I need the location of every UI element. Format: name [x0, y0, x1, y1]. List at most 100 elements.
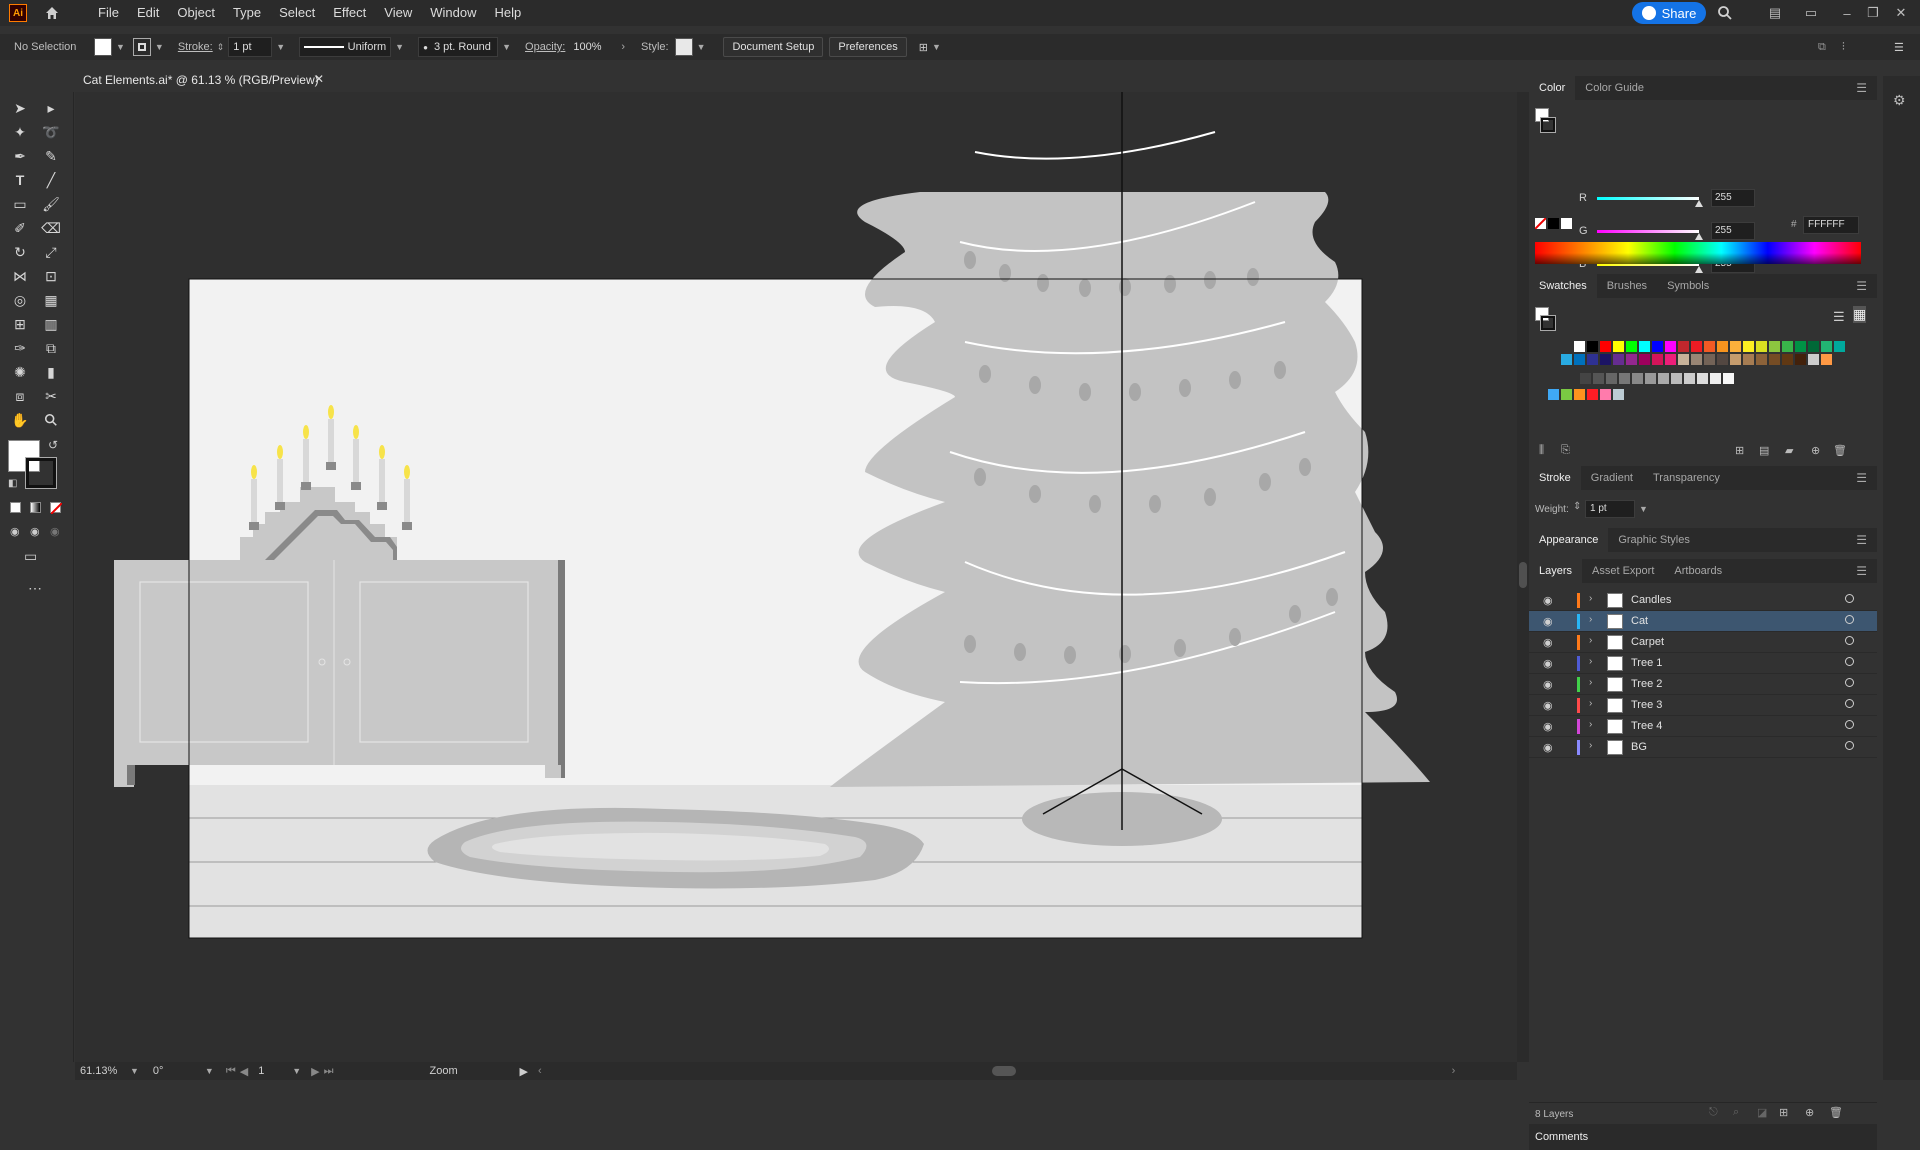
swatch[interactable]	[1808, 341, 1819, 352]
swatch-kind-icon[interactable]: ⎘	[1561, 444, 1570, 457]
chevron-down-icon[interactable]: ▼	[395, 42, 404, 52]
rotate-tool-icon[interactable]: ↻	[9, 241, 31, 263]
swatch[interactable]	[1795, 341, 1806, 352]
swatch[interactable]	[1665, 341, 1676, 352]
scroll-right-icon[interactable]: ›	[1452, 1065, 1456, 1077]
swatch[interactable]	[1808, 354, 1819, 365]
swatch[interactable]	[1626, 354, 1637, 365]
locate-object-icon[interactable]: ⌕	[1733, 1106, 1739, 1119]
layer-row[interactable]: ◉ › Candles	[1529, 590, 1877, 611]
tab-transparency[interactable]: Transparency	[1643, 466, 1730, 490]
visibility-eye-icon[interactable]: ◉	[1543, 594, 1553, 607]
layer-row[interactable]: ◉ › Carpet	[1529, 632, 1877, 653]
target-icon[interactable]	[1845, 636, 1854, 645]
eyedropper-tool-icon[interactable]: ✑	[9, 337, 31, 359]
status-menu-arrow-icon[interactable]: ▶	[520, 1065, 528, 1078]
chevron-right-icon[interactable]: ›	[1589, 698, 1592, 709]
scroll-left-icon[interactable]: ‹	[538, 1065, 542, 1077]
panel-menu-icon[interactable]: ☰	[1856, 564, 1867, 578]
style-swatch[interactable]	[674, 38, 693, 56]
green-value[interactable]: 255	[1711, 222, 1755, 240]
curvature-tool-icon[interactable]: ✎	[40, 145, 62, 167]
new-layer-icon[interactable]: ⊕	[1805, 1106, 1814, 1119]
hex-value[interactable]: FFFFFF	[1803, 216, 1859, 234]
swatch[interactable]	[1691, 354, 1702, 365]
variable-width-profile[interactable]: Uniform	[299, 37, 392, 57]
paintbrush-tool-icon[interactable]: 🖌	[40, 193, 62, 215]
swatch[interactable]	[1684, 373, 1695, 384]
stroke-weight-field[interactable]: 1 pt	[228, 37, 273, 57]
swatch[interactable]	[1704, 354, 1715, 365]
swatch[interactable]	[1613, 354, 1624, 365]
swatch-grid[interactable]	[1535, 341, 1865, 421]
properties-icon[interactable]: ⚙	[1893, 92, 1906, 109]
swatch[interactable]	[1730, 341, 1741, 352]
maximize-icon[interactable]: ❐	[1864, 4, 1882, 22]
stroke-swatch[interactable]	[132, 38, 151, 56]
chevron-down-icon[interactable]: ▼	[116, 42, 125, 52]
direct-selection-tool-icon[interactable]: ▸	[40, 97, 62, 119]
panel-options-icon[interactable]: ☰	[1894, 41, 1904, 54]
chevron-right-icon[interactable]: ›	[1589, 635, 1592, 646]
tab-symbols[interactable]: Symbols	[1657, 274, 1719, 298]
chevron-down-icon[interactable]: ▼	[130, 1066, 139, 1076]
shape-builder-tool-icon[interactable]: ◎	[9, 289, 31, 311]
swatch[interactable]	[1645, 373, 1656, 384]
layer-row[interactable]: ◉ › Tree 2	[1529, 674, 1877, 695]
swatch[interactable]	[1587, 341, 1598, 352]
swatch-options-icon[interactable]: ▤	[1759, 444, 1769, 457]
menu-view[interactable]: View	[375, 0, 421, 26]
distribute-icon[interactable]: ⫶	[1842, 41, 1845, 54]
tab-artboards[interactable]: Artboards	[1664, 559, 1732, 583]
horizontal-scrollbar-thumb[interactable]	[991, 1066, 1016, 1076]
symbol-sprayer-tool-icon[interactable]: ✺	[9, 361, 31, 383]
swatch[interactable]	[1658, 373, 1669, 384]
swatch[interactable]	[1678, 354, 1689, 365]
visibility-eye-icon[interactable]: ◉	[1543, 741, 1553, 754]
visibility-eye-icon[interactable]: ◉	[1543, 699, 1553, 712]
swatch[interactable]	[1587, 389, 1598, 400]
grid-view-icon[interactable]: ▦	[1853, 306, 1867, 323]
stroke-color-swatch[interactable]	[25, 457, 57, 489]
magic-wand-tool-icon[interactable]: ✦	[9, 121, 31, 143]
next-artboard-icon[interactable]: ▶	[311, 1065, 319, 1078]
swatch[interactable]	[1704, 341, 1715, 352]
blend-tool-icon[interactable]: ⧉	[40, 337, 62, 359]
default-fill-stroke-icon[interactable]: ◧	[8, 478, 17, 489]
swatch[interactable]	[1548, 389, 1559, 400]
stepper-icon[interactable]: ⇕	[217, 42, 225, 53]
previous-artboard-icon[interactable]: ◀	[240, 1065, 248, 1078]
swatch[interactable]	[1756, 341, 1767, 352]
document-setup-button[interactable]: Document Setup	[723, 37, 824, 57]
menu-type[interactable]: Type	[224, 0, 270, 26]
swatch[interactable]	[1821, 354, 1832, 365]
target-icon[interactable]	[1845, 741, 1854, 750]
swatch[interactable]	[1743, 354, 1754, 365]
swatch[interactable]	[1587, 354, 1598, 365]
mesh-tool-icon[interactable]: ⊞	[9, 313, 31, 335]
tab-asset-export[interactable]: Asset Export	[1582, 559, 1664, 583]
target-icon[interactable]	[1845, 678, 1854, 687]
swatch[interactable]	[1561, 354, 1572, 365]
minimize-icon[interactable]: –	[1838, 4, 1856, 22]
brush-definition[interactable]: ● 3 pt. Round	[418, 37, 499, 57]
hand-tool-icon[interactable]: ✋	[9, 409, 31, 431]
chevron-down-icon[interactable]: ▼	[155, 42, 164, 52]
tab-graphic-styles[interactable]: Graphic Styles	[1608, 528, 1700, 552]
swatch[interactable]	[1743, 341, 1754, 352]
swatch[interactable]	[1639, 354, 1650, 365]
visibility-eye-icon[interactable]: ◉	[1543, 720, 1553, 733]
draw-behind-icon[interactable]: ◉	[30, 525, 40, 538]
stepper-icon[interactable]: ⇕	[1573, 501, 1581, 512]
swatch[interactable]	[1697, 373, 1708, 384]
swatch[interactable]	[1834, 341, 1845, 352]
swatch[interactable]	[1678, 341, 1689, 352]
artboard-tool-icon[interactable]: ⧈	[9, 385, 31, 407]
menu-edit[interactable]: Edit	[128, 0, 168, 26]
target-icon[interactable]	[1845, 594, 1854, 603]
target-icon[interactable]	[1845, 720, 1854, 729]
gradient-mode-icon[interactable]	[30, 502, 41, 513]
swatch[interactable]	[1652, 341, 1663, 352]
swatch[interactable]	[1769, 354, 1780, 365]
scale-tool-icon[interactable]: ⤢	[40, 241, 62, 263]
